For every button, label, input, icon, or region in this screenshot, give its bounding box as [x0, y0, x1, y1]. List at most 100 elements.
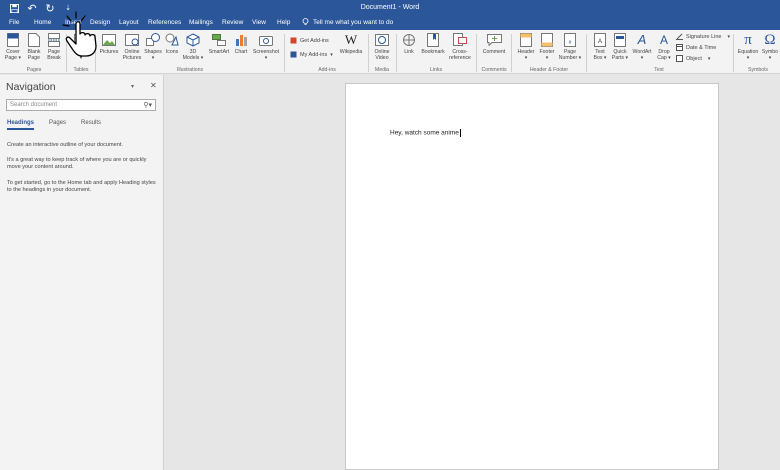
icons-label: Icons — [165, 49, 179, 55]
group-label-add-ins: Add-ins — [318, 67, 336, 73]
svg-text:A: A — [598, 39, 602, 45]
tab-mailings[interactable]: Mailings — [189, 19, 213, 26]
wordart-label: WordArt ▾ — [632, 49, 652, 61]
comment-button[interactable]: Comment — [480, 32, 508, 55]
store-icon — [290, 37, 297, 44]
header-icon — [519, 32, 534, 47]
cover-page-button[interactable]: Cover Page ▾ — [3, 32, 23, 61]
get-add-ins-label: Get Add-ins — [300, 37, 329, 44]
close-icon[interactable]: ✕ — [150, 81, 157, 90]
icons-button[interactable]: Icons — [163, 32, 181, 55]
ribbon-separator — [586, 34, 587, 72]
group-label-symbols: Symbols — [748, 67, 768, 73]
shapes-label: Shapes ▾ — [144, 49, 162, 61]
equation-label: Equation ▾ — [737, 49, 759, 61]
3d-models-button[interactable]: 3D Models ▾ — [182, 32, 204, 61]
chart-button[interactable]: Chart — [232, 32, 250, 55]
online-picture-icon — [125, 32, 140, 47]
cover-page-label: Cover Page ▾ — [4, 49, 22, 61]
ribbon-separator — [511, 34, 512, 72]
ribbon-tab-row: File Home Insert Design Layout Reference… — [0, 16, 780, 30]
cube-icon — [186, 32, 201, 47]
tab-home[interactable]: Home — [34, 19, 51, 26]
document-page[interactable]: Hey, watch some anime — [345, 83, 719, 470]
shapes-icon — [146, 32, 161, 47]
search-document-input[interactable]: Search document ⚲▾ — [6, 99, 156, 111]
smartart-button[interactable]: SmartArt — [206, 32, 232, 55]
shapes-button[interactable]: Shapes ▾ — [143, 32, 163, 61]
my-add-ins-label: My Add-ins — [300, 51, 328, 58]
header-label: Header ▾ — [517, 49, 535, 61]
omega-icon: Ω — [764, 31, 776, 48]
online-pictures-button[interactable]: Online Pictures — [121, 32, 143, 61]
wordart-icon: A — [637, 31, 647, 47]
page-number-button[interactable]: # Page Number ▾ — [557, 32, 583, 61]
save-icon[interactable] — [8, 2, 20, 14]
3d-models-label: 3D Models ▾ — [182, 49, 204, 61]
ribbon-separator — [733, 34, 734, 72]
date-time-button[interactable]: Date & Time — [676, 44, 716, 51]
wordart-button[interactable]: A WordArt ▾ — [630, 31, 654, 62]
tab-help[interactable]: Help — [277, 19, 290, 26]
tab-file[interactable]: File — [9, 19, 19, 26]
window-title: Document1 - Word — [360, 4, 420, 11]
search-icon[interactable]: ⚲▾ — [143, 101, 152, 109]
signature-line-label: Signature Line — [686, 33, 722, 40]
screenshot-icon — [259, 32, 274, 47]
group-label-pages: Pages — [26, 67, 42, 73]
pane-options-icon[interactable]: ▾ — [131, 83, 134, 90]
quick-parts-button[interactable]: Quick Parts ▾ — [610, 32, 630, 61]
bookmark-label: Bookmark — [421, 49, 445, 55]
drop-cap-button[interactable]: A Drop Cap ▾ — [654, 32, 674, 62]
bookmark-button[interactable]: Bookmark — [419, 32, 447, 55]
cross-reference-button[interactable]: Cross- reference — [447, 32, 473, 61]
tab-pages[interactable]: Pages — [49, 120, 66, 130]
tell-me-search[interactable]: Tell me what you want to do — [302, 18, 393, 26]
wikipedia-icon: W — [344, 31, 358, 47]
tab-references[interactable]: References — [148, 19, 181, 26]
smartart-label: SmartArt — [208, 49, 230, 55]
screenshot-button[interactable]: Screenshot ▾ — [251, 32, 281, 61]
chevron-down-icon: ▾ — [727, 33, 730, 40]
chevron-down-icon: ▾ — [707, 55, 711, 62]
tab-results[interactable]: Results — [81, 120, 101, 130]
footer-button[interactable]: Footer ▾ — [537, 32, 557, 61]
footer-label: Footer ▾ — [539, 49, 555, 61]
link-label: Link — [404, 49, 414, 55]
object-button[interactable]: Object ▾ — [676, 55, 710, 62]
document-body-text[interactable]: Hey, watch some anime — [390, 129, 461, 137]
signature-line-button[interactable]: Signature Line ▾ — [676, 33, 730, 40]
bookmark-icon — [426, 32, 441, 47]
tab-headings[interactable]: Headings — [7, 120, 35, 130]
tab-review[interactable]: Review — [222, 19, 243, 26]
link-icon — [402, 32, 417, 47]
symbol-button[interactable]: Ω Symbo ▾ — [760, 32, 780, 61]
text-caret — [459, 129, 461, 137]
group-label-tables: Tables — [73, 67, 89, 73]
symbol-label: Symbo ▾ — [761, 49, 779, 61]
get-add-ins-button[interactable]: Get Add-ins — [290, 37, 329, 44]
text-box-button[interactable]: A Text Box ▾ — [590, 32, 610, 61]
group-label-text: Text — [654, 67, 664, 73]
ribbon-separator — [284, 34, 285, 72]
equation-button[interactable]: π Equation ▾ — [736, 32, 760, 61]
group-label-illustrations: Illustrations — [176, 67, 204, 73]
comment-label: Comment — [482, 49, 506, 55]
link-button[interactable]: Link — [400, 32, 418, 55]
page-number-label: Page Number ▾ — [558, 49, 582, 61]
group-label-media: Media — [374, 67, 390, 73]
redo-icon[interactable]: ↻ — [44, 2, 56, 15]
undo-icon[interactable]: ↶ — [26, 2, 38, 15]
group-label-comments: Comments — [481, 67, 507, 73]
blank-page-label: Blank Page — [27, 49, 41, 61]
tab-layout[interactable]: Layout — [119, 19, 139, 26]
my-add-ins-button[interactable]: My Add-ins ▾ — [290, 51, 333, 58]
blank-page-button[interactable]: Blank Page — [24, 32, 44, 61]
wikipedia-button[interactable]: W Wikipedia — [338, 31, 364, 56]
online-video-button[interactable]: Online Video — [371, 32, 393, 61]
cross-reference-label: Cross- reference — [449, 49, 471, 61]
smartart-icon — [212, 32, 227, 47]
header-button[interactable]: Header ▾ — [515, 32, 537, 61]
add-in-icon — [290, 51, 297, 58]
tab-view[interactable]: View — [252, 19, 266, 26]
